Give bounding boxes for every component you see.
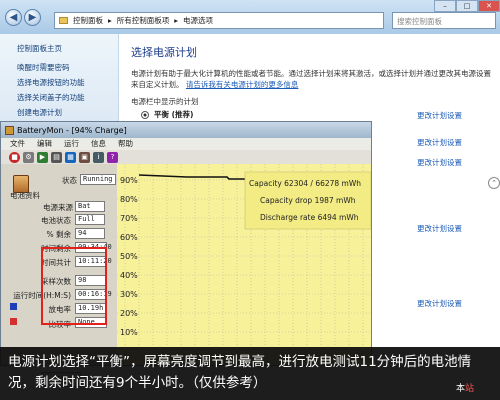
breadcrumb-all-items[interactable]: 所有控制面板项	[117, 15, 170, 26]
y-tick-label: 80%	[120, 195, 138, 204]
stop-icon[interactable]: ■	[9, 151, 20, 163]
save-icon[interactable]: ▤	[51, 151, 62, 163]
percent-left-value: 94	[75, 228, 105, 239]
y-tick-label: 50%	[120, 252, 138, 261]
y-tick-label: 30%	[120, 290, 138, 299]
maximize-button[interactable]: □	[456, 0, 478, 12]
folder-icon	[59, 17, 68, 24]
caption-text: 电源计划选择“平衡”，屏幕亮度调节到最高，进行放电测试11分钟后的电池情况，剩余…	[8, 354, 472, 391]
breadcrumb-power-options[interactable]: 电源选项	[183, 15, 213, 26]
print-icon[interactable]: ▣	[79, 151, 90, 163]
battery-status-value: Full	[75, 214, 105, 225]
breadcrumb-control-panel[interactable]: 控制面板	[73, 15, 103, 26]
battery-app-icon	[5, 125, 14, 135]
status-label: 状态	[62, 176, 77, 185]
batterymon-title: BatteryMon - [94% Charge]	[17, 125, 127, 135]
sidebar-item-power-button[interactable]: 选择电源按钮的功能	[17, 77, 118, 92]
power-plan-help-link[interactable]: 请告诉我有关电源计划的更多信息	[186, 80, 299, 89]
y-tick-label: 60%	[120, 233, 138, 242]
menu-run[interactable]: 运行	[64, 138, 79, 150]
back-arrow-icon: ◀	[9, 12, 18, 23]
forward-arrow-icon: ▶	[28, 12, 37, 23]
expand-chevron-icon[interactable]: ⌃	[488, 177, 500, 189]
chart-icon[interactable]: ▦	[65, 151, 76, 163]
minimize-button[interactable]: –	[434, 0, 456, 12]
help-icon[interactable]: ?	[107, 151, 118, 163]
window-controls: – □ ✕	[432, 0, 500, 12]
percent-left-label: % 剩余	[46, 230, 71, 239]
address-bar[interactable]: 控制面板 ▸ 所有控制面板项 ▸ 电源选项	[54, 12, 384, 29]
back-button[interactable]: ◀	[5, 9, 22, 26]
y-tick-label: 10%	[120, 328, 138, 337]
battery-info-panel: 状态 Running 电池资料 电源来源 Bat 电池状态 Full % 剩余 …	[1, 164, 118, 387]
battery-chart-svg: 90% 80% 70% 60% 50% 40% 30% 20% 10% Capacity 6230…	[117, 164, 371, 365]
sidebar-item-home[interactable]: 控制面板主页	[17, 43, 118, 62]
sidebar-item-create-plan[interactable]: 创建电源计划	[17, 107, 118, 122]
battery-info-label: 电池资料	[10, 191, 40, 200]
page-description: 电源计划有助于最大化计算机的性能或者节能。通过选择计划来将其激活，或选择计划并通…	[131, 69, 491, 89]
page-title: 选择电源计划	[131, 46, 197, 59]
power-source-value: Bat	[75, 201, 105, 212]
close-button[interactable]: ✕	[478, 0, 500, 12]
plan-balanced[interactable]: 平衡 (推荐)	[141, 109, 193, 120]
batterymon-toolbar: ■ ⚙ ▶ ▤ ▦ ▣ i ?	[1, 150, 371, 164]
menu-edit[interactable]: 编辑	[37, 138, 52, 150]
battery-status-label: 电池状态	[41, 216, 71, 225]
chart-info-line: Discharge rate 6494 mWh	[260, 213, 359, 222]
settings-icon[interactable]: ⚙	[23, 151, 34, 163]
chart-info-line: Capacity 62304 / 66278 mWh	[249, 179, 361, 188]
radio-selected-icon[interactable]	[141, 110, 149, 119]
status-value: Running	[80, 174, 116, 185]
chart-info-line: Capacity drop 1987 mWh	[260, 196, 356, 205]
y-tick-label: 90%	[120, 176, 138, 185]
batterymon-titlebar: BatteryMon - [94% Charge]	[1, 122, 371, 138]
change-plan-settings-link-3[interactable]: 更改计划设置	[417, 157, 462, 168]
change-plan-settings-link-1[interactable]: 更改计划设置	[417, 110, 462, 121]
plan-balanced-label: 平衡 (推荐)	[154, 110, 194, 119]
control-panel-sidebar: 控制面板主页 唤醒时需要密码 选择电源按钮的功能 选择关闭盖子的功能 创建电源计…	[0, 34, 119, 130]
info-icon[interactable]: i	[93, 151, 104, 163]
search-input[interactable]: 搜索控制面板	[392, 12, 496, 29]
forward-button[interactable]: ▶	[24, 9, 41, 26]
y-tick-label: 40%	[120, 271, 138, 280]
sidebar-item-wake-password[interactable]: 唤醒时需要密码	[17, 62, 118, 77]
y-tick-label: 70%	[120, 214, 138, 223]
change-plan-settings-link-4[interactable]: 更改计划设置	[417, 223, 462, 234]
watermark: 本站	[456, 384, 475, 394]
change-plan-settings-link-5[interactable]: 更改计划设置	[417, 298, 462, 309]
power-source-label: 电源来源	[43, 203, 73, 212]
batterymon-window: BatteryMon - [94% Charge] 文件 编辑 运行 信息 帮助…	[0, 121, 372, 387]
menu-help[interactable]: 帮助	[118, 138, 133, 150]
highlight-box	[41, 247, 107, 325]
start-icon[interactable]: ▶	[37, 151, 48, 163]
plans-heading: 电源栏中显示的计划	[131, 97, 199, 106]
battery-chart: 90% 80% 70% 60% 50% 40% 30% 20% 10% Capacity 6230…	[117, 164, 371, 365]
menu-file[interactable]: 文件	[10, 138, 25, 150]
y-tick-label: 20%	[120, 309, 138, 318]
change-plan-settings-link-2[interactable]: 更改计划设置	[417, 137, 462, 148]
batterymon-menubar: 文件 编辑 运行 信息 帮助	[1, 138, 371, 150]
menu-info[interactable]: 信息	[91, 138, 106, 150]
sidebar-item-lid[interactable]: 选择关闭盖子的功能	[17, 92, 118, 107]
